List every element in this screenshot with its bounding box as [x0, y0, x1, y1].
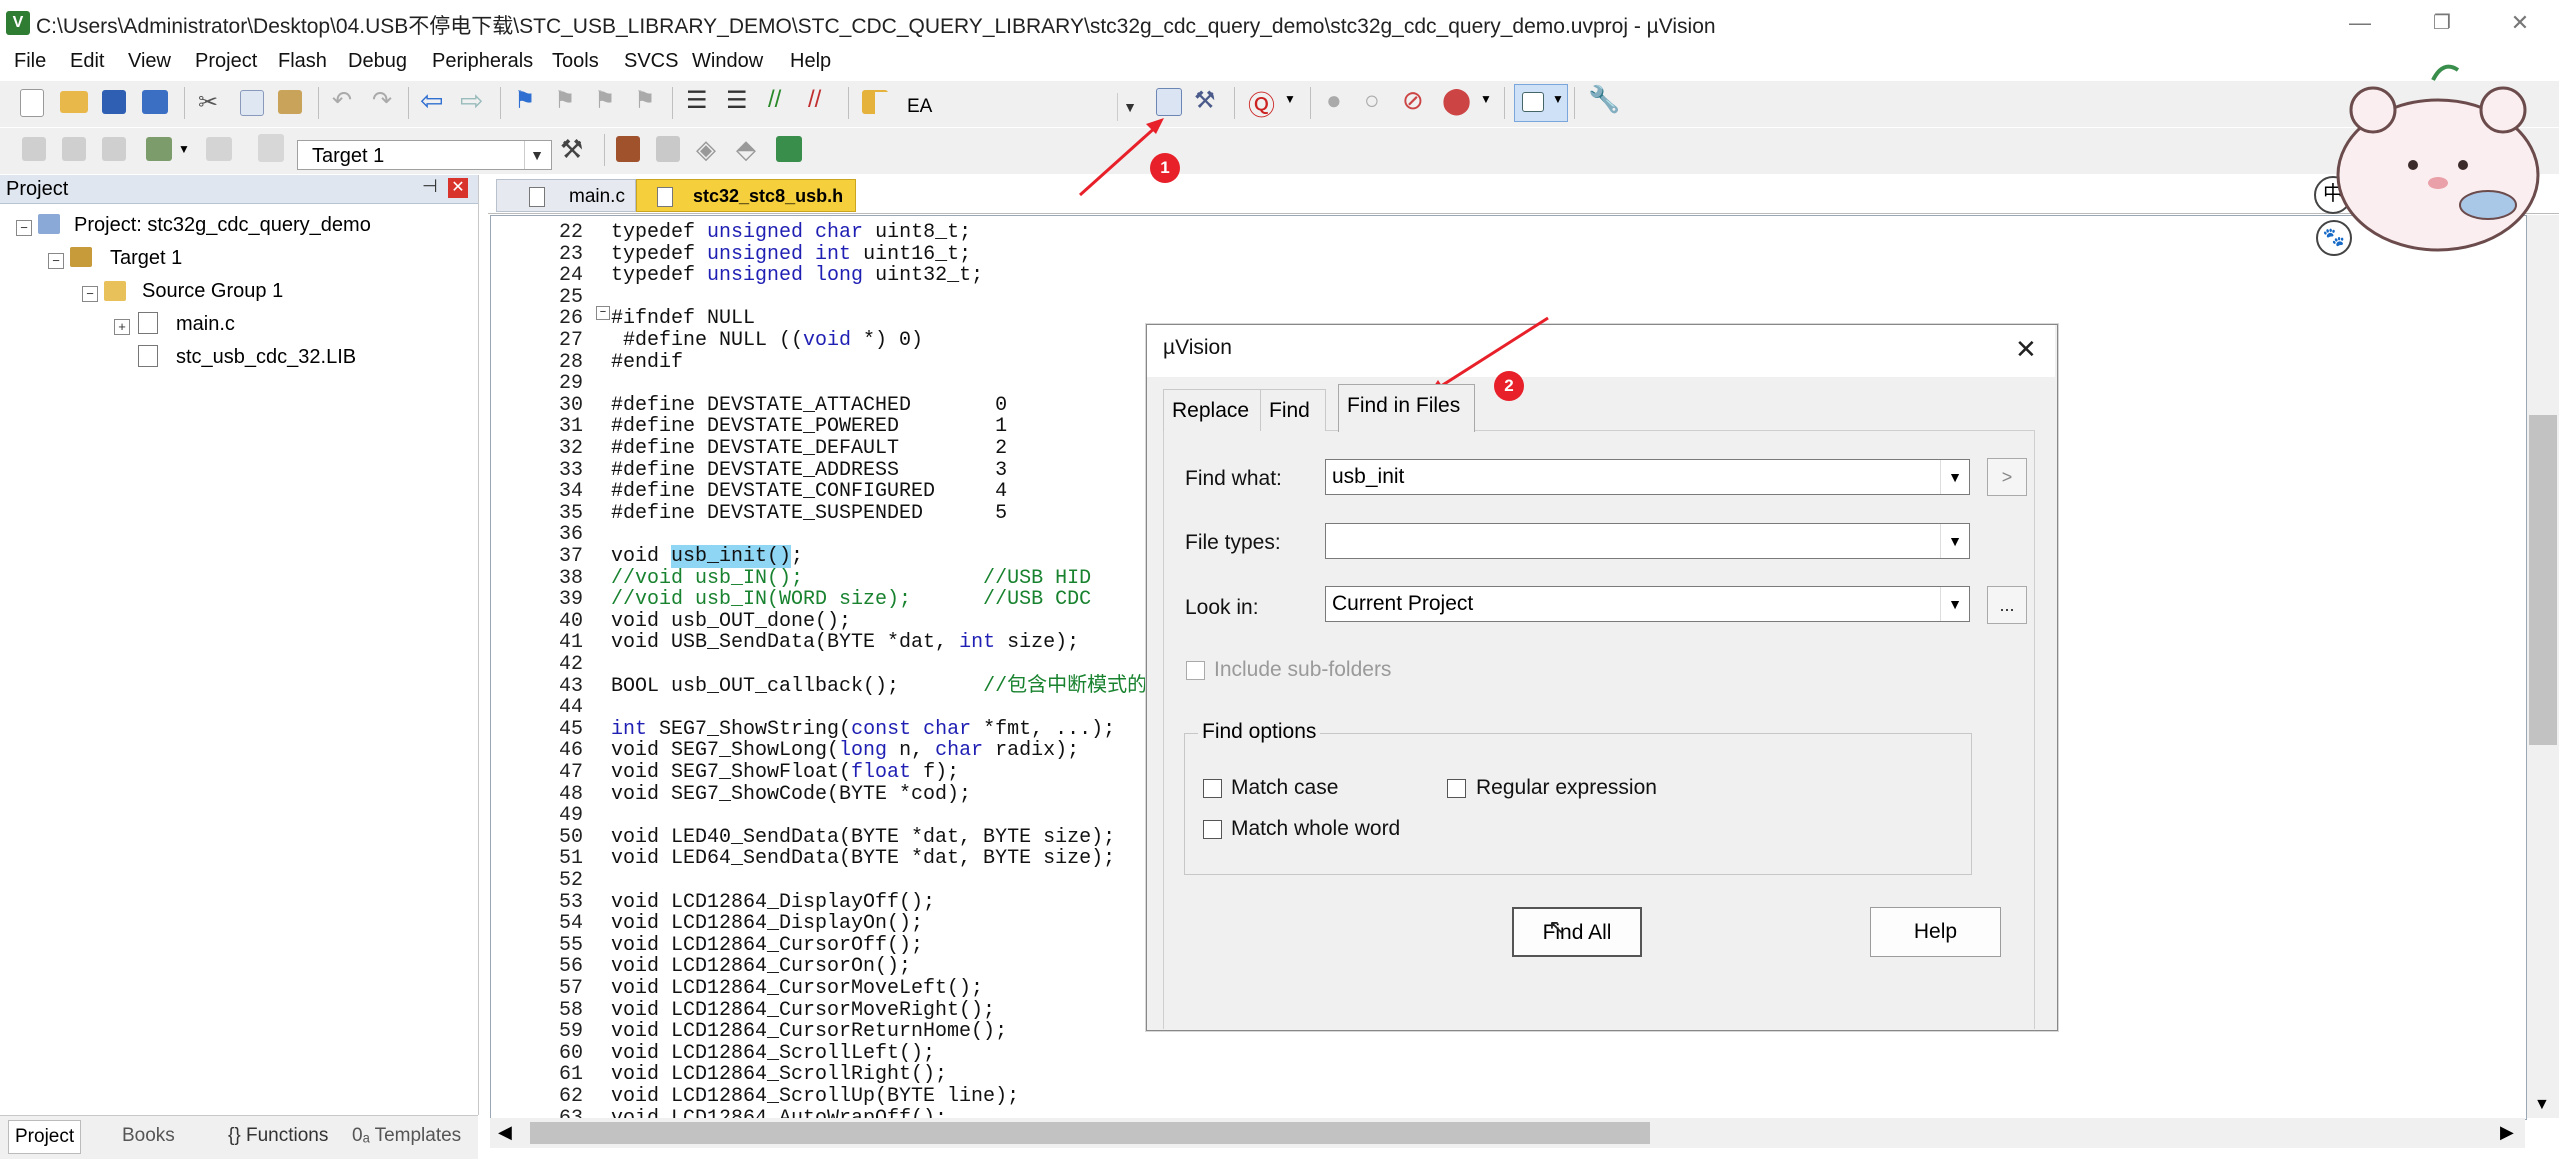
annotation-badge-2: 2: [1494, 371, 1524, 401]
tab-find-in-files[interactable]: Find in Files: [1338, 384, 1475, 432]
annotation-badge-1: 1: [1150, 153, 1180, 183]
mascot-sticker-icon: [2336, 64, 2540, 252]
annotation-arrow-2: [1437, 316, 1549, 390]
annotation-overlay: [1078, 118, 1549, 395]
annotation-arrow-1: [1078, 123, 1160, 197]
